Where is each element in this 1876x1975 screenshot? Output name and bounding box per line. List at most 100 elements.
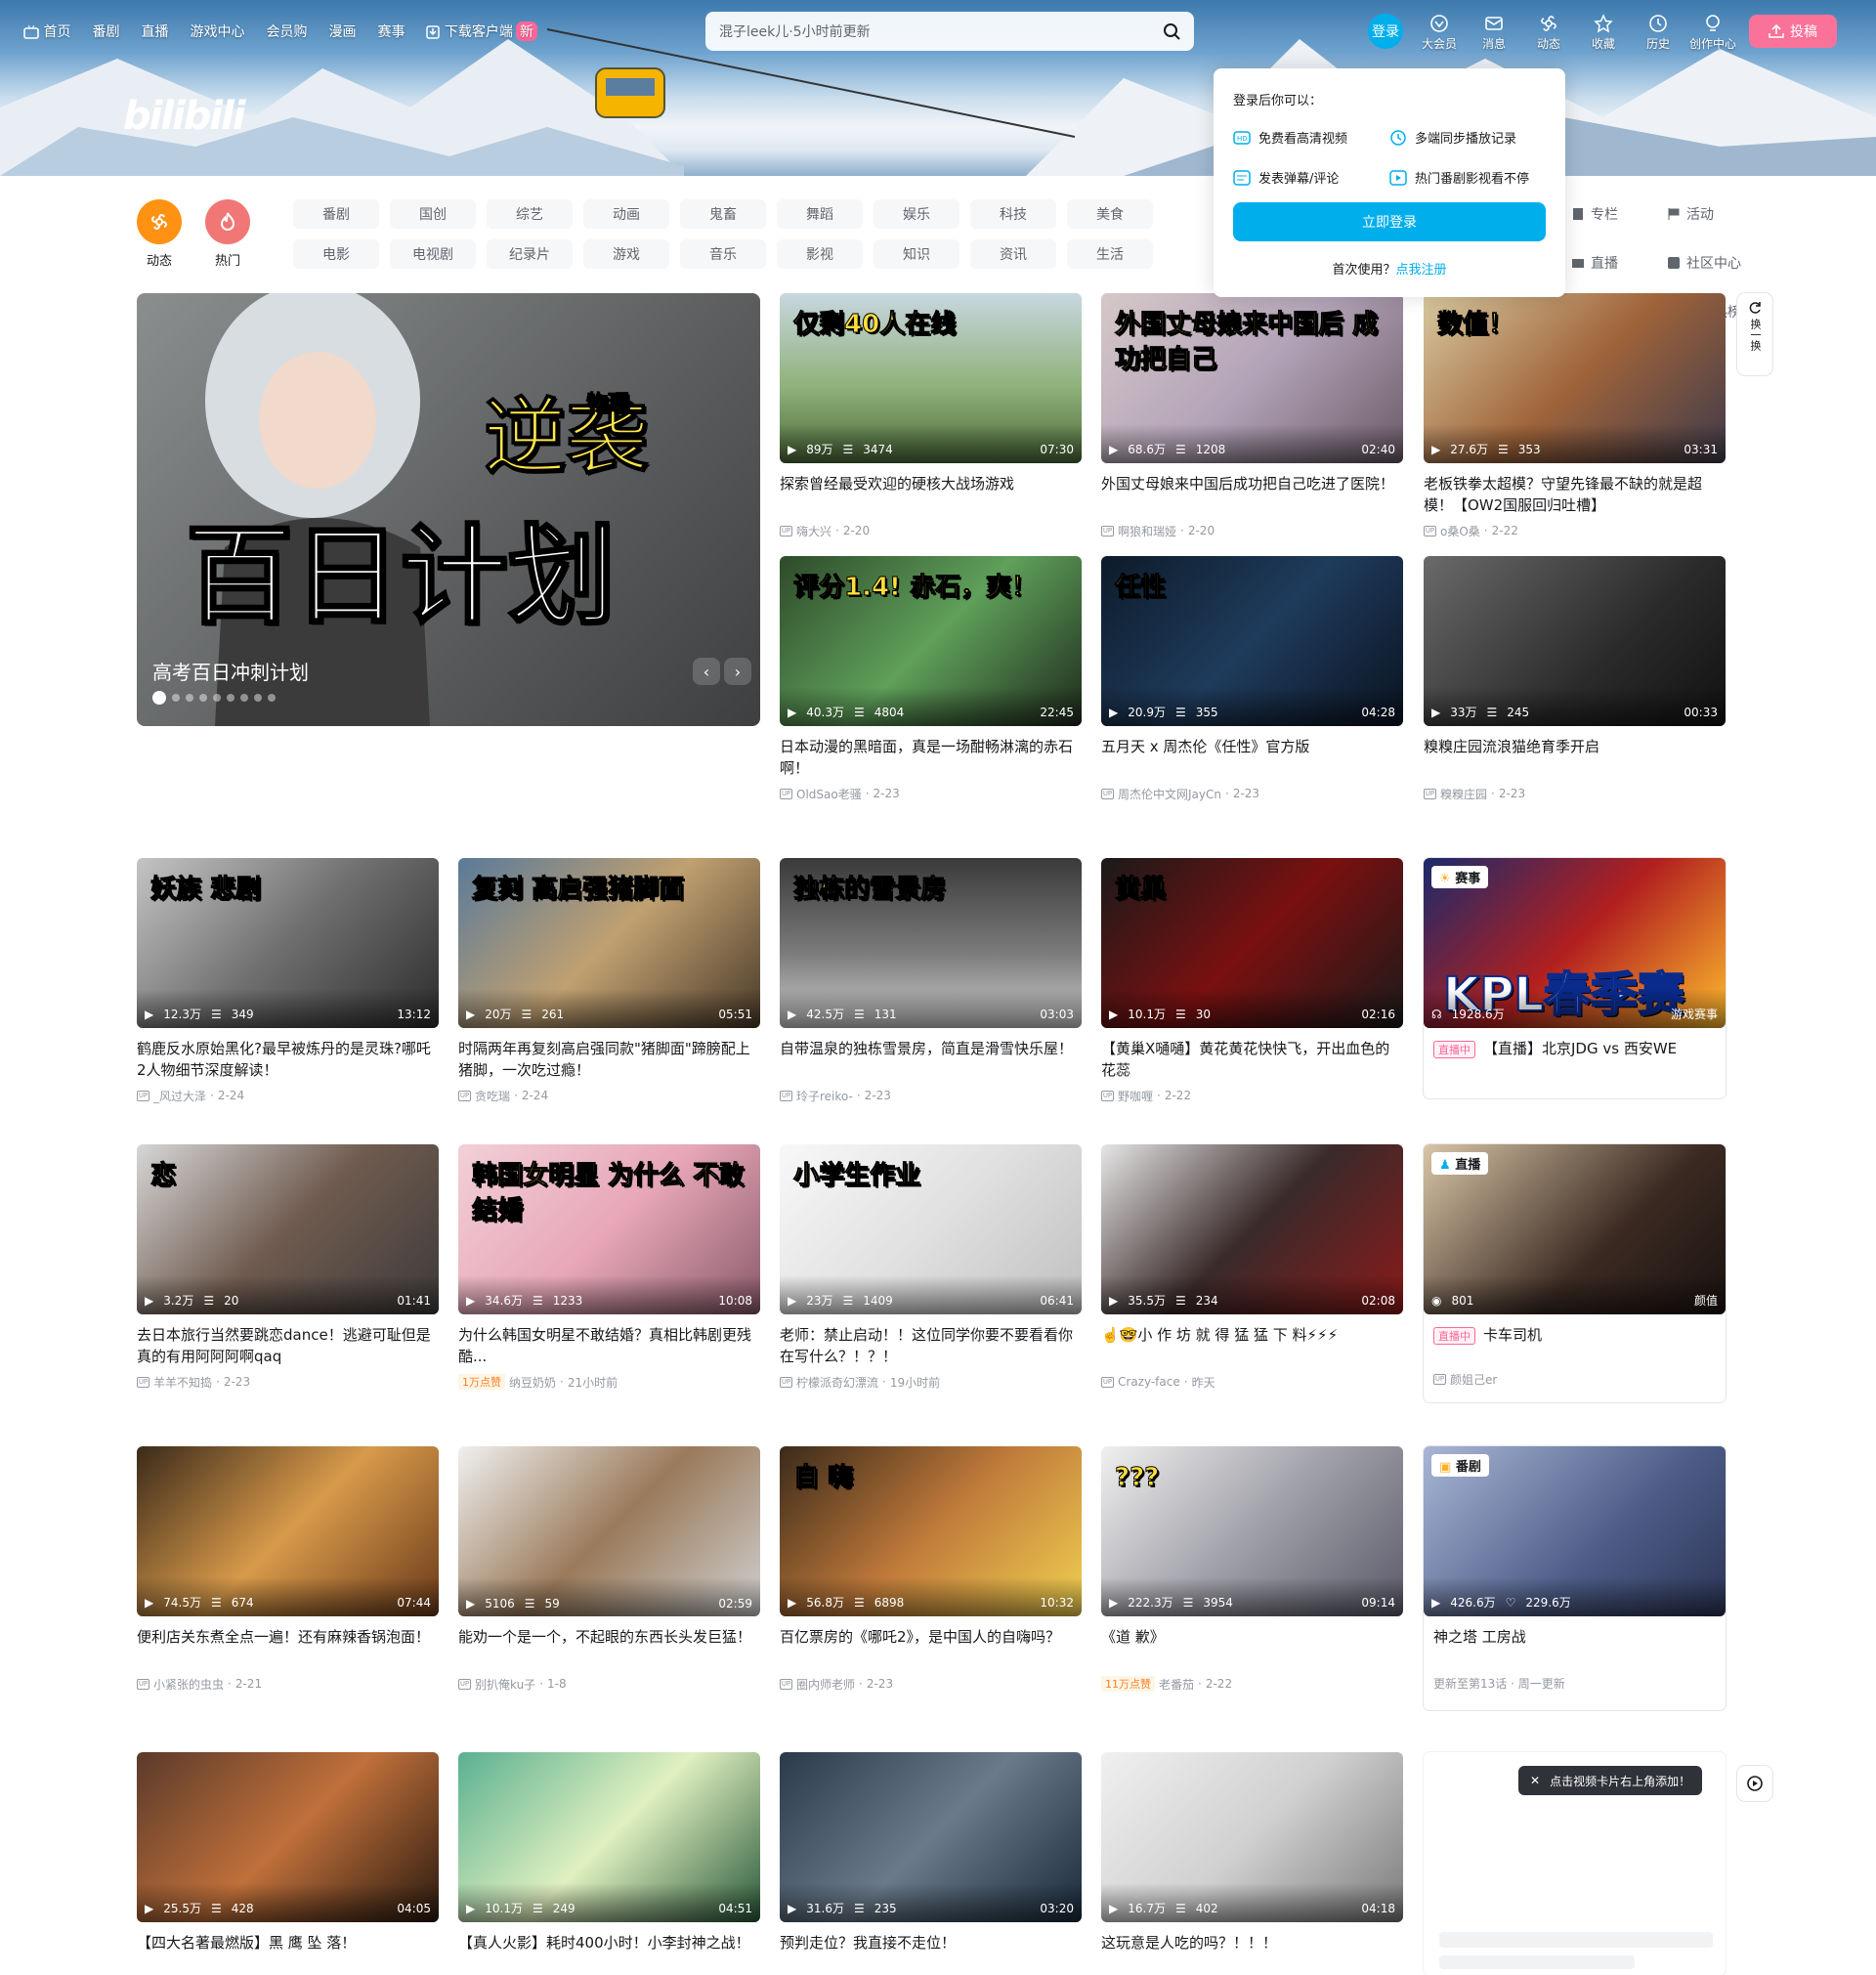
carousel-next-button[interactable]: ›: [724, 658, 751, 685]
watch-later-button[interactable]: [1737, 1766, 1772, 1801]
channel-item[interactable]: 电影: [293, 239, 379, 269]
up-name[interactable]: 周杰伦中文网JayCn: [1118, 786, 1221, 802]
live-room-card[interactable]: ♟ 直播 ◉ 801 颜值 直播中 卡车司机 UP 颜姐己er: [1424, 1144, 1726, 1402]
channel-item[interactable]: 娱乐: [874, 199, 959, 229]
carousel-dot[interactable]: [254, 694, 262, 702]
video-card[interactable]: ??? ▶ 222.3万 ☰ 3954 09:14 《道 歉》 11万点赞 老番茄 · 2-22: [1101, 1446, 1403, 1693]
up-name[interactable]: 老番茄: [1159, 1676, 1194, 1693]
video-card[interactable]: 外国丈母娘来中国后 成功把自己 ▶ 68.6万 ☰ 1208 02:40 外国丈母娘来中国后…: [1101, 293, 1403, 539]
video-thumbnail[interactable]: 小学生作业 ▶ 23万 ☰ 1409 06:41: [780, 1144, 1082, 1314]
up-name[interactable]: 糗糗庄园: [1440, 786, 1487, 802]
nav-manga[interactable]: 漫画: [328, 21, 356, 41]
video-thumbnail[interactable]: ▶ 5106 ☰ 59 02:59: [458, 1446, 760, 1616]
video-thumbnail[interactable]: ▶ 35.5万 ☰ 234 02:08: [1101, 1144, 1403, 1314]
message-button[interactable]: 消息: [1475, 14, 1513, 52]
up-name[interactable]: 嗨大兴: [796, 523, 831, 539]
video-title[interactable]: 【真人火影】耗时400小时！小李封神之战！: [458, 1932, 760, 1975]
video-thumbnail[interactable]: 复刻 高启强猪脚面 ▶ 20万 ☰ 261 05:51: [458, 858, 760, 1028]
video-thumbnail[interactable]: 恋 ▶ 3.2万 ☰ 20 01:41: [137, 1144, 439, 1314]
video-card[interactable]: ▶ 35.5万 ☰ 234 02:08 ☝️🤓小 作 坊 就 得 猛 猛 下 料⚡⚡⚡ UP…: [1101, 1144, 1403, 1391]
up-name[interactable]: 柠檬派奇幻漂流: [796, 1374, 878, 1391]
channel-item[interactable]: 科技: [970, 199, 1056, 229]
up-name[interactable]: OldSao老骚: [796, 786, 862, 802]
carousel-dot[interactable]: [227, 694, 234, 702]
search-icon[interactable]: [1163, 22, 1180, 40]
carousel-dot[interactable]: [240, 694, 248, 702]
up-name[interactable]: 别扒俺ku子: [475, 1676, 535, 1693]
channel-item[interactable]: 美食: [1067, 199, 1153, 229]
video-card[interactable]: ▶ 16.7万 ☰ 402 04:18 这玩意是人吃的吗？！！！: [1101, 1752, 1403, 1975]
video-title[interactable]: 五月天 x 周杰伦《任性》官方版: [1101, 736, 1403, 779]
video-thumbnail[interactable]: 自 嗨 ▶ 56.8万 ☰ 6898 10:32: [780, 1446, 1082, 1616]
nav-match[interactable]: 赛事: [377, 21, 405, 41]
login-now-button[interactable]: 立即登录: [1233, 202, 1546, 241]
video-thumbnail[interactable]: 数值！ ▶ 27.6万 ☰ 353 03:31: [1424, 293, 1726, 463]
video-card[interactable]: ▶ 25.5万 ☰ 428 04:05 【四大名著最燃版】黑 鹰 坠 落！: [137, 1752, 439, 1975]
video-card[interactable]: 复刻 高启强猪脚面 ▶ 20万 ☰ 261 05:51 时隔两年再复刻高启强同款"猪脚面"蹄…: [458, 858, 760, 1104]
favorite-button[interactable]: 收藏: [1585, 14, 1622, 52]
video-title[interactable]: 便利店关东煮全点一遍！还有麻辣香锅泡面！: [137, 1626, 439, 1669]
video-card[interactable]: 自 嗨 ▶ 56.8万 ☰ 6898 10:32 百亿票房的《哪吒2》，是中国人的自嗨吗？ U…: [780, 1446, 1082, 1693]
video-title[interactable]: 自带温泉的独栋雪景房，简直是滑雪快乐屋！: [780, 1038, 1082, 1081]
video-title[interactable]: 老师：禁止启动！！这位同学你要不要看看你在写什么？！？！: [780, 1324, 1082, 1367]
video-thumbnail[interactable]: 黄巢 ▶ 10.1万 ☰ 30 02:16: [1101, 858, 1403, 1028]
channel-item[interactable]: 知识: [874, 239, 959, 269]
channel-dynamic[interactable]: 动态: [137, 199, 182, 269]
upload-button[interactable]: 投稿: [1749, 15, 1837, 48]
search-bar[interactable]: 混子leek儿·5小时前更新: [705, 12, 1194, 51]
search-input[interactable]: 混子leek儿·5小时前更新: [719, 21, 1163, 41]
login-avatar[interactable]: 登录: [1368, 14, 1403, 49]
dynamic-button[interactable]: 动态: [1530, 14, 1567, 52]
video-thumbnail[interactable]: 妖族 悲剧 ▶ 12.3万 ☰ 349 13:12: [137, 858, 439, 1028]
channel-item[interactable]: 鬼畜: [680, 199, 766, 229]
up-name[interactable]: 小紧张的虫虫: [153, 1676, 224, 1693]
video-card[interactable]: 任性 ▶ 20.9万 ☰ 355 04:28 五月天 x 周杰伦《任性》官方版 UP 周杰伦中文…: [1101, 556, 1403, 802]
video-title[interactable]: 预判走位？我直接不走位！: [780, 1932, 1082, 1975]
video-title[interactable]: 鹤鹿反水原始黑化?最早被炼丹的是灵珠?哪吒2人物细节深度解读！: [137, 1038, 439, 1081]
carousel-dot[interactable]: [152, 691, 166, 705]
video-title[interactable]: 老板铁拳太超模？守望先锋最不缺的就是超模！【OW2国服回归吐槽】: [1424, 473, 1726, 516]
video-card[interactable]: ▶ 31.6万 ☰ 235 03:20 预判走位？我直接不走位！: [780, 1752, 1082, 1975]
channel-activity[interactable]: 活动: [1667, 199, 1745, 229]
nav-live[interactable]: 直播: [141, 21, 168, 41]
history-button[interactable]: 历史: [1640, 14, 1677, 52]
carousel-prev-button[interactable]: ‹: [693, 658, 720, 685]
video-card[interactable]: 妖族 悲剧 ▶ 12.3万 ☰ 349 13:12 鹤鹿反水原始黑化?最早被炼丹的是灵珠?哪…: [137, 858, 439, 1104]
channel-item[interactable]: 舞蹈: [777, 199, 863, 229]
video-card[interactable]: 独栋的雪景房 ▶ 42.5万 ☰ 131 03:03 自带温泉的独栋雪景房，简直是滑雪快乐屋…: [780, 858, 1082, 1104]
channel-item[interactable]: 音乐: [680, 239, 766, 269]
video-title[interactable]: 外国丈母娘来中国后成功把自己吃进了医院！: [1101, 473, 1403, 516]
video-title[interactable]: 百亿票房的《哪吒2》，是中国人的自嗨吗？: [780, 1626, 1082, 1669]
nav-game-center[interactable]: 游戏中心: [190, 21, 244, 41]
channel-column[interactable]: 专栏: [1571, 199, 1649, 229]
video-thumbnail[interactable]: ▶ 74.5万 ☰ 674 07:44: [137, 1446, 439, 1616]
video-thumbnail[interactable]: 独栋的雪景房 ▶ 42.5万 ☰ 131 03:03: [780, 858, 1082, 1028]
channel-item[interactable]: 动画: [583, 199, 669, 229]
up-name[interactable]: _风过大泽: [153, 1088, 206, 1104]
video-title[interactable]: 糗糗庄园流浪猫绝育季开启: [1424, 736, 1726, 779]
carousel-dot[interactable]: [213, 694, 221, 702]
video-title[interactable]: 《道 歉》: [1101, 1626, 1403, 1669]
hero-carousel[interactable]: 逆袭 物理 百日计划 高考百日冲刺计划 ‹ ›: [137, 293, 760, 726]
channel-item[interactable]: 游戏: [583, 239, 669, 269]
close-icon[interactable]: ✕: [1530, 1774, 1540, 1787]
up-name[interactable]: o桑O桑: [1440, 523, 1480, 539]
video-thumbnail[interactable]: 韩国女明星 为什么 不敢结婚 ▶ 34.6万 ☰ 1233 10:08: [458, 1144, 760, 1314]
channel-item[interactable]: 纪录片: [487, 239, 573, 269]
up-name[interactable]: 纳豆奶奶: [509, 1374, 556, 1391]
channel-live[interactable]: 直播: [1571, 248, 1649, 278]
video-thumbnail[interactable]: 仅剩40人在线 ▶ 89万 ☰ 3474 07:30: [780, 293, 1082, 463]
bilibili-logo[interactable]: bilibili: [123, 94, 246, 139]
up-name[interactable]: 圈内师老师: [796, 1676, 855, 1693]
carousel-dot[interactable]: [186, 694, 193, 702]
channel-item[interactable]: 综艺: [487, 199, 573, 229]
channel-item[interactable]: 资讯: [970, 239, 1056, 269]
video-card[interactable]: 恋 ▶ 3.2万 ☰ 20 01:41 去日本旅行当然要跳恋dance！逃避可耻但是真的有用…: [137, 1144, 439, 1391]
channel-item[interactable]: 电视剧: [390, 239, 476, 269]
up-name[interactable]: 玲子reiko-: [796, 1088, 853, 1104]
video-thumbnail[interactable]: ▶ 31.6万 ☰ 235 03:20: [780, 1752, 1082, 1922]
up-name[interactable]: 野咖喱: [1118, 1088, 1153, 1104]
up-name[interactable]: Crazy-face: [1118, 1375, 1180, 1389]
video-title[interactable]: 时隔两年再复刻高启强同款"猪脚面"蹄膀配上猪脚，一次吃过瘾！: [458, 1038, 760, 1081]
video-card[interactable]: 仅剩40人在线 ▶ 89万 ☰ 3474 07:30 探索曾经最受欢迎的硬核大战场游戏 UP 嗨…: [780, 293, 1082, 539]
